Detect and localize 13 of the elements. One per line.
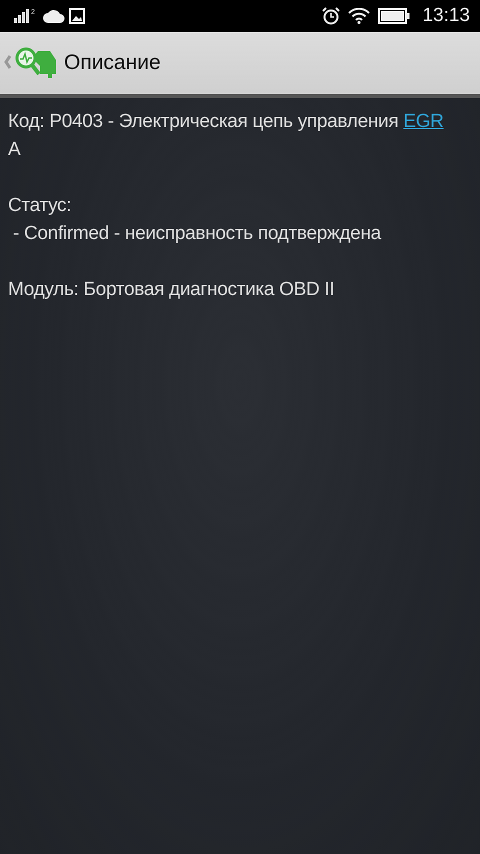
status-value: - Confirmed - неисправность подтверждена <box>12 222 382 246</box>
egr-link[interactable]: EGR <box>403 111 444 132</box>
module-text: Модуль: Бортовая диагностика OBD II <box>8 278 336 302</box>
signal-icon <box>14 9 30 23</box>
image-icon <box>68 8 85 24</box>
clock-time: 13:13 <box>422 5 470 27</box>
wifi-icon <box>348 8 370 24</box>
screen-title: Описание <box>64 51 161 75</box>
alarm-icon <box>322 7 340 25</box>
battery-icon <box>378 8 410 24</box>
status-label: Статус: <box>8 194 72 218</box>
cloud-icon <box>42 9 65 23</box>
trouble-code-text: Код: P0403 - Электрическая цепь управления EGR A <box>8 110 445 162</box>
